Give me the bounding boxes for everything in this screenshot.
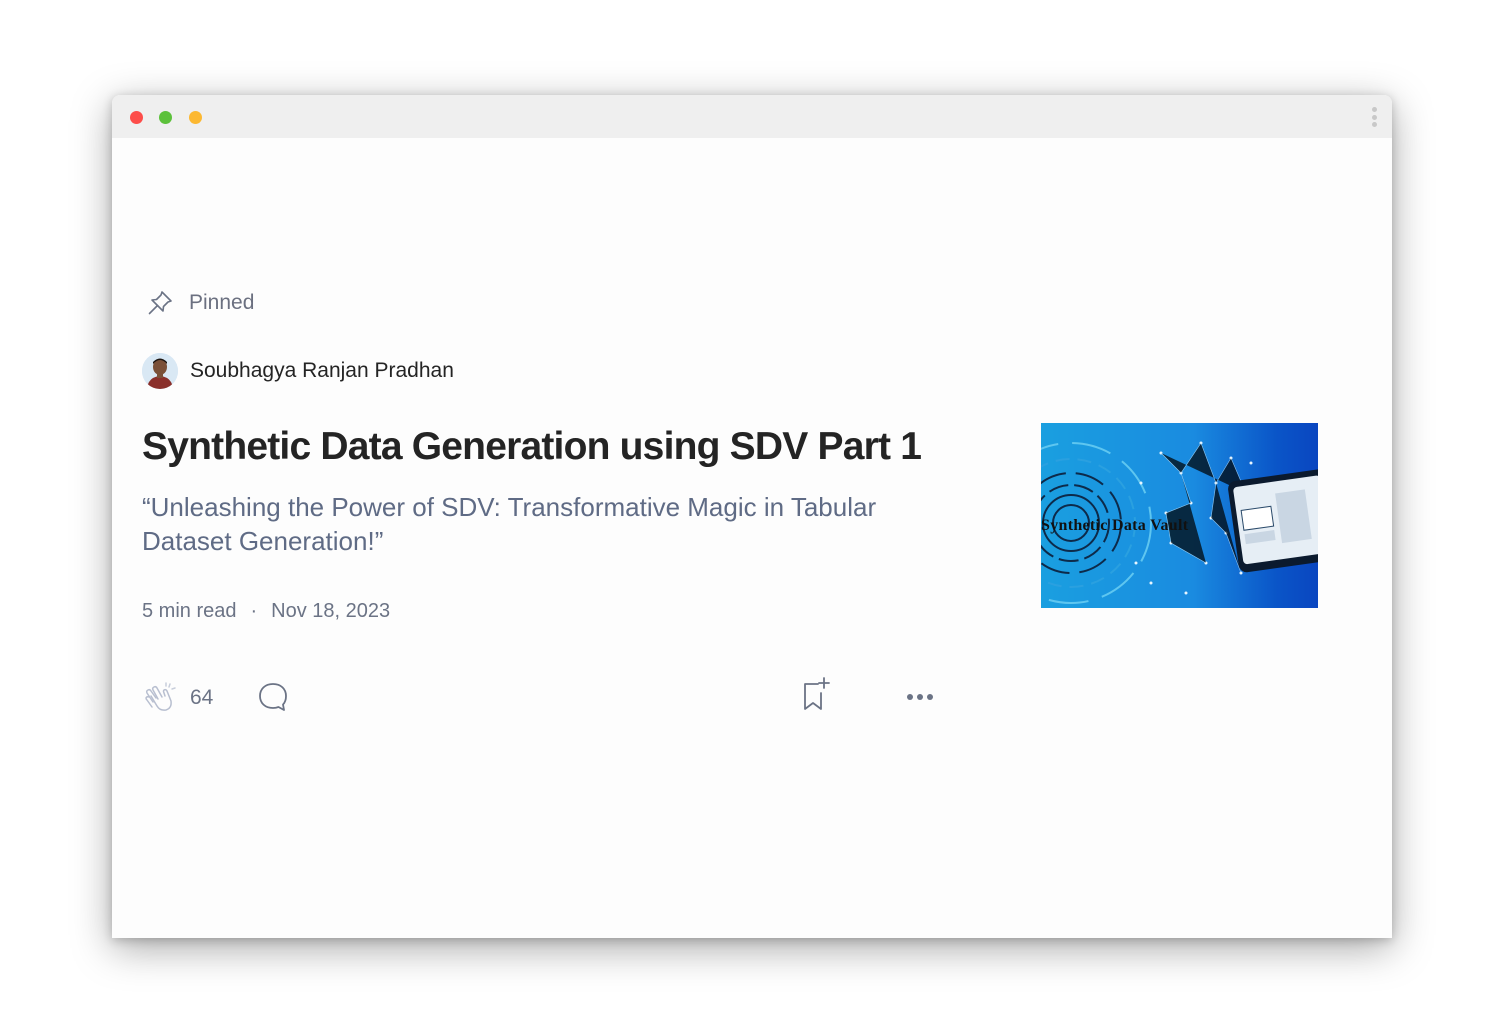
clap-count[interactable]: 64 — [190, 686, 213, 710]
publish-date: Nov 18, 2023 — [271, 600, 391, 622]
read-time: 5 min read — [142, 600, 237, 622]
post-subtitle[interactable]: “Unleashing the Power of SDV: Transforma… — [142, 490, 962, 558]
maximize-window-button[interactable] — [159, 111, 172, 124]
post-meta: 5 min read · Nov 18, 2023 — [142, 600, 390, 623]
clap-icon[interactable] — [142, 680, 178, 716]
comment-icon[interactable] — [256, 680, 290, 714]
minimize-window-button[interactable] — [189, 111, 202, 124]
author-link[interactable]: Soubhagya Ranjan Pradhan — [142, 353, 454, 389]
bookmark-add-icon[interactable] — [798, 676, 834, 716]
pin-icon — [145, 288, 175, 318]
close-window-button[interactable] — [130, 111, 143, 124]
post-title[interactable]: Synthetic Data Generation using SDV Part… — [142, 425, 1002, 469]
pinned-label: Pinned — [189, 291, 255, 314]
pinned-indicator: Pinned — [145, 288, 254, 318]
post-thumbnail[interactable]: Synthetic Data Vault — [1041, 423, 1318, 608]
thumbnail-text: Synthetic Data Vault — [1041, 517, 1189, 534]
browser-window: Pinned Soubhagya Ranjan Pradhan Syntheti… — [112, 95, 1392, 938]
post-card: Pinned Soubhagya Ranjan Pradhan Syntheti… — [112, 138, 1392, 938]
post-actions: 64 — [142, 676, 942, 720]
window-menu-icon[interactable] — [1370, 105, 1378, 129]
thumbnail-graphic — [1041, 441, 1318, 604]
meta-separator: · — [250, 600, 258, 622]
author-avatar[interactable] — [142, 353, 178, 389]
author-name[interactable]: Soubhagya Ranjan Pradhan — [190, 359, 454, 383]
window-titlebar — [112, 95, 1392, 138]
more-icon[interactable] — [902, 682, 938, 712]
